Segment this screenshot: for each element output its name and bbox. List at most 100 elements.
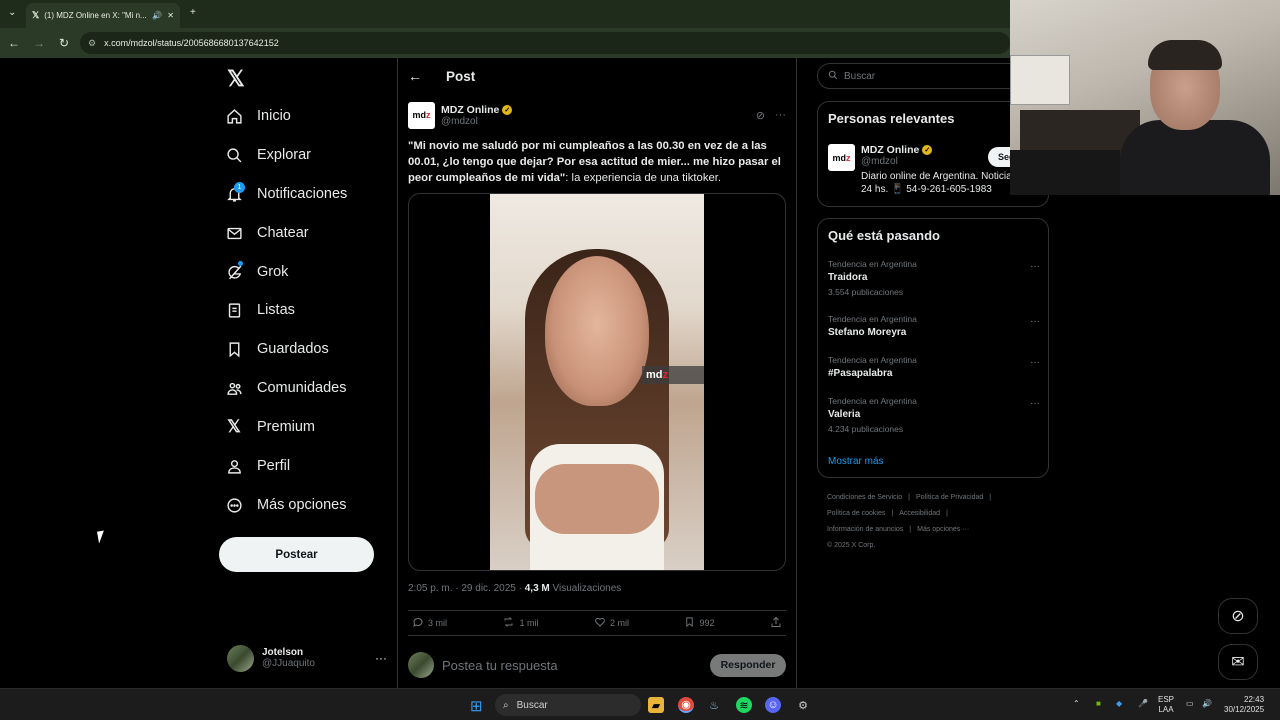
forward-icon[interactable]: → <box>28 36 50 50</box>
volume-icon[interactable]: 🔊 <box>1202 699 1212 709</box>
nav-item-profile[interactable]: Perfil <box>225 454 290 478</box>
reply-button[interactable]: 3 mil <box>412 616 447 631</box>
more-horizontal-icon[interactable]: ··· <box>1030 357 1040 368</box>
trend-item[interactable]: Tendencia en Argentina #Pasapalabra ··· <box>828 355 1040 379</box>
reply-submit-button[interactable]: Responder <box>710 653 786 677</box>
back-icon[interactable]: ← <box>3 36 25 50</box>
folder-icon[interactable]: ▰ <box>648 697 664 713</box>
steam-icon[interactable]: ♨ <box>706 697 722 713</box>
show-more-link[interactable]: Mostrar más <box>828 456 884 467</box>
nav-item-grok[interactable]: Grok <box>225 260 288 284</box>
trend-category: Tendencia en Argentina <box>828 314 917 324</box>
speaker-icon[interactable]: 🔊 <box>152 11 162 20</box>
trend-name: Valeria <box>828 409 861 420</box>
trend-item[interactable]: Tendencia en Argentina Traidora 3.554 pu… <box>828 259 1040 297</box>
mdz-watermark: md z <box>642 366 704 384</box>
author-name[interactable]: MDZ Online <box>441 104 499 116</box>
discord-icon[interactable]: ☺ <box>765 697 781 713</box>
monitor-icon[interactable]: ▭ <box>1186 699 1194 709</box>
x-icon: 𝕏 <box>227 417 241 436</box>
footer-link[interactable]: Política de cookies <box>827 510 885 517</box>
post-timestamp[interactable]: 2:05 p. m. · 29 dic. 2025 · <box>408 583 525 594</box>
messages-fab-button[interactable]: ✉ <box>1218 644 1258 680</box>
taskbar-search[interactable]: ⌕ Buscar <box>495 694 641 716</box>
people-icon <box>225 379 243 397</box>
clock[interactable]: 22:43 30/12/2025 <box>1224 695 1264 715</box>
nvidia-icon[interactable]: ■ <box>1096 699 1101 709</box>
back-arrow-icon[interactable]: ← <box>408 68 422 84</box>
account-avatar[interactable]: md z <box>828 144 855 171</box>
nav-item-lists[interactable]: Listas <box>225 298 295 322</box>
nav-item-communities[interactable]: Comunidades <box>225 376 346 400</box>
nav-label: Comunidades <box>257 380 347 396</box>
app-icon[interactable]: ⚙ <box>795 697 811 713</box>
grok-explain-icon[interactable]: ⊘ <box>756 109 765 122</box>
share-button[interactable] <box>770 616 782 631</box>
author-handle[interactable]: @mdzol <box>441 116 512 127</box>
nav-item-bookmarks[interactable]: Guardados <box>225 337 329 361</box>
new-tab-icon[interactable]: + <box>190 7 196 18</box>
grok-fab-button[interactable]: ⊘ <box>1218 598 1258 634</box>
account-switcher[interactable]: Jotelson @JJuaquito ··· <box>227 643 387 673</box>
bookmark-button[interactable]: 992 <box>684 616 714 631</box>
nav-item-more[interactable]: Más opciones <box>225 493 346 517</box>
reload-icon[interactable]: ↻ <box>53 36 75 50</box>
reply-icon <box>412 616 424 631</box>
share-icon <box>770 616 782 631</box>
more-options-icon[interactable]: ··· <box>775 109 786 122</box>
repost-button[interactable]: 1 mil <box>502 616 539 631</box>
microphone-icon[interactable]: 🎤 <box>1138 699 1148 709</box>
chrome-icon[interactable]: ◉ <box>678 697 694 713</box>
more-horizontal-icon[interactable]: ··· <box>1030 398 1040 409</box>
more-horizontal-icon[interactable]: ··· <box>1030 316 1040 327</box>
tab-close-icon[interactable]: ✕ <box>167 11 174 20</box>
views-label: Visualizaciones <box>549 583 622 594</box>
x-logo-icon[interactable]: 𝕏 <box>227 66 245 92</box>
like-button[interactable]: 2 mil <box>594 616 629 631</box>
heart-icon <box>594 616 606 631</box>
footer-separator: | <box>909 526 912 533</box>
nav-item-chat[interactable]: Chatear <box>225 221 309 245</box>
nav-item-home[interactable]: Inicio <box>225 104 291 128</box>
trend-category: Tendencia en Argentina <box>828 355 917 365</box>
post-button[interactable]: Postear <box>219 537 374 572</box>
nav-item-premium[interactable]: 𝕏 Premium <box>225 415 315 439</box>
more-circle-icon <box>225 496 243 514</box>
bookmark-icon <box>684 616 695 631</box>
more-horizontal-icon[interactable]: ··· <box>1030 261 1040 272</box>
verified-icon: ✓ <box>922 145 933 155</box>
post-text-rest: : la experiencia de una tiktoker. <box>565 172 722 184</box>
language-indicator[interactable]: ESP LAA <box>1158 695 1174 715</box>
tray-chevron-icon[interactable]: ⌃ <box>1073 699 1080 709</box>
trend-item[interactable]: Tendencia en Argentina Valeria 4.234 pub… <box>828 396 1040 434</box>
footer-link[interactable]: Más opciones ··· <box>917 526 969 533</box>
spotify-icon[interactable]: ≋ <box>736 697 752 713</box>
network-app-icon[interactable]: ◆ <box>1116 699 1122 709</box>
footer-link[interactable]: Condiciones de Servicio <box>827 494 902 501</box>
trend-name: #Pasapalabra <box>828 368 893 379</box>
taskbar: ⊞ ⌕ Buscar ▰ ◉ ♨ ≋ ☺ ⚙ ⌃ ■ ◆ 🎤 ESP LAA ▭… <box>0 688 1280 720</box>
reply-count: 3 mil <box>428 618 448 628</box>
author-avatar[interactable]: md z <box>408 101 435 129</box>
nav-item-notifications[interactable]: 1 Notificaciones <box>225 182 347 206</box>
footer-link[interactable]: Política de Privacidad <box>916 494 983 501</box>
windows-start-icon[interactable]: ⊞ <box>470 697 483 715</box>
reply-composer: Postea tu respuesta Responder <box>408 650 786 680</box>
tab-list-icon[interactable]: ⌄ <box>8 7 16 18</box>
tab-title: (1) MDZ Online en X: "Mi n... <box>44 11 147 20</box>
nav-item-explore[interactable]: Explorar <box>225 143 311 167</box>
trend-item[interactable]: Tendencia en Argentina Stefano Moreyra ·… <box>828 314 1040 338</box>
post-video[interactable]: md z <box>408 193 786 571</box>
footer-link[interactable]: Información de anuncios <box>827 526 903 533</box>
url-field[interactable]: ⚙ x.com/mdzol/status/2005686680137642152 <box>80 32 1010 54</box>
more-horizontal-icon[interactable]: ··· <box>375 651 387 665</box>
footer-link[interactable]: Accesibilidad <box>899 510 940 517</box>
user-icon <box>225 457 243 475</box>
site-info-icon[interactable]: ⚙ <box>88 38 96 49</box>
footer-separator: | <box>908 494 910 501</box>
browser-tab[interactable]: 𝕏 (1) MDZ Online en X: "Mi n... 🔊 ✕ <box>26 3 180 28</box>
reply-input[interactable]: Postea tu respuesta <box>442 658 702 673</box>
account-handle: @JJuaquito <box>262 658 315 669</box>
footer-separator: | <box>891 510 894 517</box>
video-frame[interactable]: md z <box>490 194 704 570</box>
